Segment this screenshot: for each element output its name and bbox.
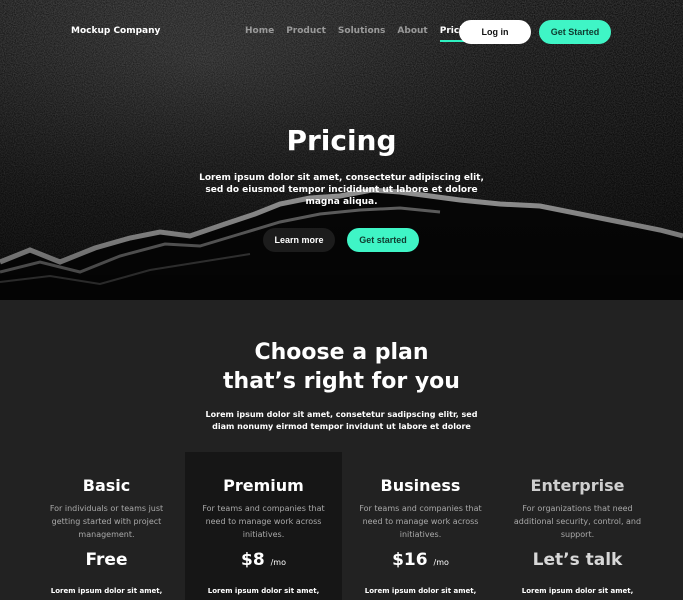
header-get-started-button[interactable]: Get Started	[539, 20, 611, 44]
plan-card-basic[interactable]: Basic For individuals or teams just gett…	[28, 452, 185, 600]
login-button[interactable]: Log in	[459, 20, 531, 44]
hero-get-started-button[interactable]: Get started	[347, 228, 419, 252]
plan-price: $8 /mo	[185, 550, 342, 570]
plan-name: Basic	[82, 476, 131, 495]
plans-heading-line2: that’s right for you	[223, 369, 460, 394]
plans-heading-line1: Choose a plan	[254, 340, 429, 365]
nav-home[interactable]: Home	[245, 26, 274, 42]
plan-description: For teams and companies that need to man…	[202, 504, 325, 539]
plan-card-enterprise[interactable]: Enterprise For organizations that need a…	[499, 452, 656, 600]
hero-subtitle: Lorem ipsum dolor sit amet, consectetur …	[199, 173, 484, 207]
plan-feature: Lorem ipsum dolor sit amet,	[207, 587, 320, 595]
nav-solutions[interactable]: Solutions	[338, 26, 386, 42]
plans-heading: Choose a plan that’s right for you	[0, 338, 683, 396]
hero-section: Mockup Company Home Product Solutions Ab…	[0, 0, 683, 300]
plan-price: Let’s talk	[499, 550, 656, 570]
plans-subtitle: Lorem ipsum dolor sit amet, consetetur s…	[205, 410, 478, 431]
plan-price-value: $8	[241, 550, 265, 570]
nav-product[interactable]: Product	[286, 26, 326, 42]
plan-feature: Lorem ipsum dolor sit amet,	[521, 587, 634, 595]
plan-price-value: Free	[85, 550, 128, 570]
plan-feature: Lorem ipsum dolor sit amet,	[50, 587, 163, 595]
plan-name: Business	[380, 476, 461, 495]
learn-more-button[interactable]: Learn more	[263, 228, 335, 252]
plan-name: Premium	[223, 476, 304, 495]
plan-feature: Lorem ipsum dolor sit amet,	[364, 587, 477, 595]
main-nav: Home Product Solutions About Pricing	[245, 26, 487, 42]
nav-about[interactable]: About	[397, 26, 427, 42]
plan-description: For teams and companies that need to man…	[359, 504, 482, 539]
plan-price-unit: /mo	[433, 558, 449, 567]
plan-description: For organizations that need additional s…	[513, 504, 642, 539]
plan-card-premium[interactable]: Premium For teams and companies that nee…	[185, 452, 342, 600]
plan-name: Enterprise	[530, 476, 625, 495]
plan-price: $16 /mo	[342, 550, 499, 570]
page-title: Pricing	[286, 124, 397, 157]
plan-price-value: Let’s talk	[532, 550, 623, 570]
plan-price-unit: /mo	[270, 558, 286, 567]
plan-description: For individuals or teams just getting st…	[49, 504, 164, 539]
plan-card-business[interactable]: Business For teams and companies that ne…	[342, 452, 499, 600]
brand-logo[interactable]: Mockup Company	[71, 26, 160, 36]
plan-price-value: $16	[392, 550, 428, 570]
plan-price: Free	[28, 550, 185, 570]
